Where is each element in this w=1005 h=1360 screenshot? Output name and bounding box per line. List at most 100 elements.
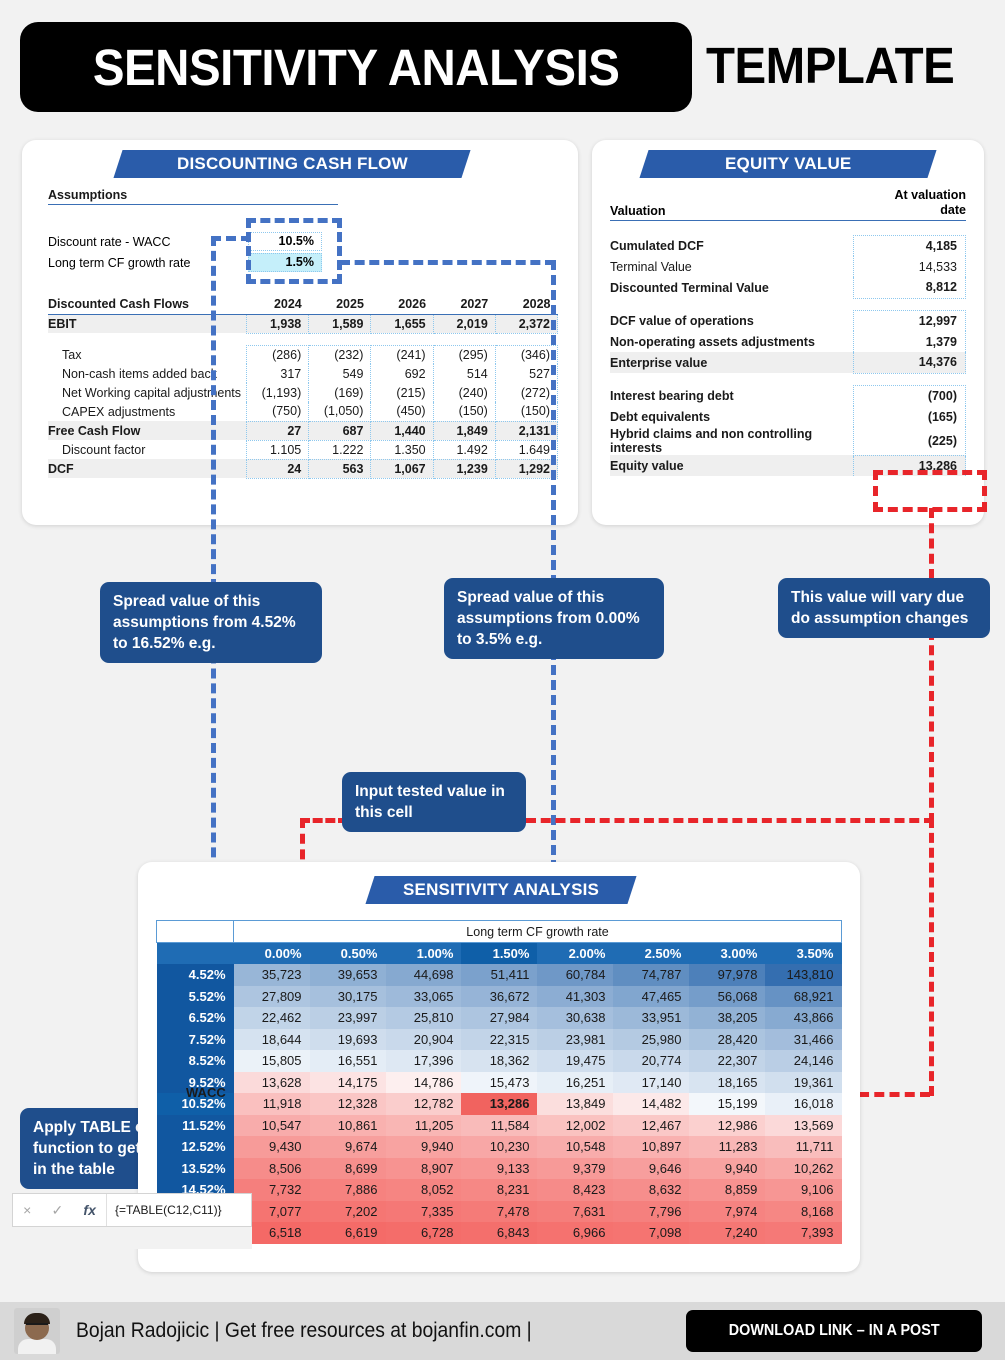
sensitivity-row-header[interactable]: 5.52%: [156, 985, 234, 1007]
sensitivity-cell[interactable]: 7,886: [309, 1179, 386, 1201]
sensitivity-cell[interactable]: 30,638: [537, 1007, 614, 1029]
sensitivity-cell[interactable]: 41,303: [537, 985, 614, 1007]
sensitivity-cell[interactable]: 9,940: [385, 1136, 462, 1158]
sensitivity-cell[interactable]: 15,199: [689, 1093, 766, 1115]
sensitivity-cell[interactable]: 8,423: [537, 1179, 614, 1201]
sensitivity-cell[interactable]: 8,632: [613, 1179, 690, 1201]
sensitivity-cell[interactable]: 9,379: [537, 1157, 614, 1179]
sensitivity-cell[interactable]: 11,205: [385, 1114, 462, 1136]
sensitivity-cell[interactable]: 9,106: [765, 1179, 842, 1201]
sensitivity-cell[interactable]: 28,420: [689, 1028, 766, 1050]
sensitivity-cell[interactable]: 7,796: [613, 1200, 690, 1222]
sensitivity-cell[interactable]: 39,653: [309, 964, 386, 986]
sensitivity-row-header[interactable]: 4.52%: [156, 964, 234, 986]
sensitivity-row-header[interactable]: 13.52%: [156, 1157, 234, 1179]
sensitivity-cell[interactable]: 14,786: [385, 1071, 462, 1093]
sensitivity-cell[interactable]: 10,262: [765, 1157, 842, 1179]
sensitivity-cell[interactable]: 27,984: [461, 1007, 538, 1029]
sensitivity-row-header[interactable]: 8.52%: [156, 1050, 234, 1072]
sensitivity-cell[interactable]: 9,940: [689, 1157, 766, 1179]
sensitivity-cell[interactable]: 7,974: [689, 1200, 766, 1222]
sensitivity-cell[interactable]: 22,462: [233, 1007, 310, 1029]
check-icon[interactable]: ✓: [51, 1202, 63, 1219]
sensitivity-cell[interactable]: 6,843: [461, 1222, 538, 1244]
sensitivity-cell[interactable]: 7,240: [689, 1222, 766, 1244]
download-link-button[interactable]: DOWNLOAD LINK – IN A POST: [686, 1310, 982, 1352]
sensitivity-cell[interactable]: 74,787: [613, 964, 690, 986]
sensitivity-cell[interactable]: 20,774: [613, 1050, 690, 1072]
sensitivity-cell[interactable]: 31,466: [765, 1028, 842, 1050]
sensitivity-cell[interactable]: 7,478: [461, 1200, 538, 1222]
sensitivity-cell[interactable]: 11,584: [461, 1114, 538, 1136]
sensitivity-cell[interactable]: 12,986: [689, 1114, 766, 1136]
sensitivity-column-header[interactable]: 0.50%: [309, 942, 386, 964]
sensitivity-cell[interactable]: 7,393: [765, 1222, 842, 1244]
sensitivity-cell[interactable]: 14,175: [309, 1071, 386, 1093]
sensitivity-row-header[interactable]: 12.52%: [156, 1136, 234, 1158]
sensitivity-cell[interactable]: 24,146: [765, 1050, 842, 1072]
sensitivity-cell[interactable]: 19,693: [309, 1028, 386, 1050]
sensitivity-cell[interactable]: 51,411: [461, 964, 538, 986]
sensitivity-column-header[interactable]: 3.00%: [689, 942, 766, 964]
sensitivity-cell[interactable]: 9,674: [309, 1136, 386, 1158]
sensitivity-table[interactable]: Long term CF growth rate 0.00% 0.50% 1.00%…: [155, 920, 842, 1244]
sensitivity-cell[interactable]: 11,283: [689, 1136, 766, 1158]
sensitivity-cell[interactable]: 22,307: [689, 1050, 766, 1072]
sensitivity-cell[interactable]: 17,396: [385, 1050, 462, 1072]
sensitivity-column-header[interactable]: 2.00%: [537, 942, 614, 964]
sensitivity-cell[interactable]: 30,175: [309, 985, 386, 1007]
sensitivity-cell[interactable]: 12,782: [385, 1093, 462, 1115]
sensitivity-cell[interactable]: 12,467: [613, 1114, 690, 1136]
sensitivity-cell[interactable]: 36,672: [461, 985, 538, 1007]
sensitivity-cell[interactable]: 23,981: [537, 1028, 614, 1050]
sensitivity-cell[interactable]: 6,966: [537, 1222, 614, 1244]
sensitivity-cell[interactable]: 6,619: [309, 1222, 386, 1244]
sensitivity-cell[interactable]: 8,699: [309, 1157, 386, 1179]
sensitivity-row-header[interactable]: 6.52%: [156, 1007, 234, 1029]
sensitivity-cell[interactable]: 16,251: [537, 1071, 614, 1093]
sensitivity-cell[interactable]: 9,430: [233, 1136, 310, 1158]
sensitivity-cell[interactable]: 15,805: [233, 1050, 310, 1072]
sensitivity-cell[interactable]: 10,547: [233, 1114, 310, 1136]
close-icon[interactable]: ×: [23, 1202, 31, 1218]
sensitivity-cell[interactable]: 56,068: [689, 985, 766, 1007]
sensitivity-cell[interactable]: 16,018: [765, 1093, 842, 1115]
sensitivity-cell[interactable]: 8,506: [233, 1157, 310, 1179]
sensitivity-cell[interactable]: 19,361: [765, 1071, 842, 1093]
sensitivity-cell[interactable]: 11,918: [233, 1093, 310, 1115]
sensitivity-cell[interactable]: 11,711: [765, 1136, 842, 1158]
sensitivity-cell[interactable]: 10,230: [461, 1136, 538, 1158]
sensitivity-cell[interactable]: 8,052: [385, 1179, 462, 1201]
sensitivity-cell[interactable]: 20,904: [385, 1028, 462, 1050]
sensitivity-cell[interactable]: 8,168: [765, 1200, 842, 1222]
sensitivity-cell[interactable]: 12,002: [537, 1114, 614, 1136]
sensitivity-cell[interactable]: 33,065: [385, 985, 462, 1007]
sensitivity-cell[interactable]: 25,980: [613, 1028, 690, 1050]
sensitivity-cell[interactable]: 10,861: [309, 1114, 386, 1136]
sensitivity-cell[interactable]: 18,165: [689, 1071, 766, 1093]
sensitivity-cell[interactable]: 10,548: [537, 1136, 614, 1158]
sensitivity-cell[interactable]: 17,140: [613, 1071, 690, 1093]
sensitivity-cell[interactable]: 68,921: [765, 985, 842, 1007]
sensitivity-cell[interactable]: 9,133: [461, 1157, 538, 1179]
sensitivity-cell[interactable]: 7,202: [309, 1200, 386, 1222]
sensitivity-column-header[interactable]: 3.50%: [765, 942, 842, 964]
sensitivity-cell[interactable]: 23,997: [309, 1007, 386, 1029]
sensitivity-row-header[interactable]: 7.52%: [156, 1028, 234, 1050]
sensitivity-cell[interactable]: 7,631: [537, 1200, 614, 1222]
sensitivity-cell[interactable]: 33,951: [613, 1007, 690, 1029]
sensitivity-cell[interactable]: 47,465: [613, 985, 690, 1007]
sensitivity-cell[interactable]: 35,723: [233, 964, 310, 986]
sensitivity-cell[interactable]: 13,849: [537, 1093, 614, 1115]
sensitivity-cell[interactable]: 22,315: [461, 1028, 538, 1050]
sensitivity-cell[interactable]: 19,475: [537, 1050, 614, 1072]
sensitivity-column-header[interactable]: 2.50%: [613, 942, 690, 964]
sensitivity-cell[interactable]: 7,098: [613, 1222, 690, 1244]
excel-formula-bar[interactable]: × ✓ fx {=TABLE(C12,C11)}: [12, 1193, 252, 1227]
sensitivity-corner-cell[interactable]: [156, 942, 234, 964]
sensitivity-cell[interactable]: 13,628: [233, 1071, 310, 1093]
sensitivity-cell[interactable]: 43,866: [765, 1007, 842, 1029]
formula-input[interactable]: {=TABLE(C12,C11)}: [107, 1203, 251, 1217]
sensitivity-column-header[interactable]: 0.00%: [233, 942, 310, 964]
sensitivity-cell[interactable]: 14,482: [613, 1093, 690, 1115]
